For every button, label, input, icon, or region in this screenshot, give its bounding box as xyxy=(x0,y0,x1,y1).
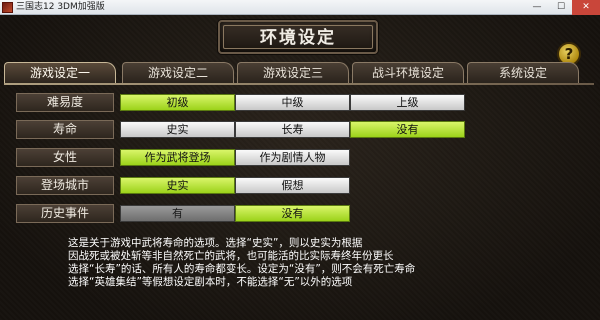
maximize-button[interactable]: ☐ xyxy=(550,0,572,15)
setting-label: 历史事件 xyxy=(16,204,114,223)
option-button[interactable]: 史实 xyxy=(120,121,235,138)
tab-bar: 游戏设定一 游戏设定二 游戏设定三 战斗环境设定 系统设定 xyxy=(4,62,579,84)
tab-battle-settings[interactable]: 战斗环境设定 xyxy=(352,62,464,83)
description-line: 因战死或被处斩等非自然死亡的武将，也可能活的比实际寿终年份更长 xyxy=(68,250,394,262)
option-button[interactable]: 初级 xyxy=(120,94,235,111)
description-line: 选择“长寿”的话、所有人的寿命都变长。设定为“没有”，则不会有死亡寿命 xyxy=(68,263,416,275)
window-titlebar: 三国志12 3DM加强版 — ☐ ✕ xyxy=(0,0,600,15)
tab-game-settings-1[interactable]: 游戏设定一 xyxy=(4,62,116,83)
tab-system-settings[interactable]: 系统设定 xyxy=(467,62,579,83)
option-button[interactable]: 长寿 xyxy=(235,121,350,138)
header-plaque: 环境设定 xyxy=(218,20,378,54)
tab-divider xyxy=(4,83,594,85)
window-title: 三国志12 3DM加强版 xyxy=(16,2,105,12)
option-button[interactable]: 上级 xyxy=(350,94,465,111)
option-button[interactable]: 假想 xyxy=(235,177,350,194)
page-title: 环境设定 xyxy=(223,25,373,49)
setting-label: 难易度 xyxy=(16,93,114,112)
tab-game-settings-3[interactable]: 游戏设定三 xyxy=(237,62,349,83)
close-button[interactable]: ✕ xyxy=(572,0,600,15)
app-icon xyxy=(2,2,13,13)
settings-screen: 环境设定 ? 游戏设定一 游戏设定二 游戏设定三 战斗环境设定 系统设定 难易度… xyxy=(0,15,600,320)
option-button[interactable]: 作为武将登场 xyxy=(120,149,235,166)
description-line: 这是关于游戏中武将寿命的选项。选择“史实”，则以史实为根据 xyxy=(68,237,363,249)
setting-label: 登场城市 xyxy=(16,176,114,195)
tab-game-settings-2[interactable]: 游戏设定二 xyxy=(122,62,234,83)
option-button[interactable]: 没有 xyxy=(350,121,465,138)
option-button[interactable]: 中级 xyxy=(235,94,350,111)
minimize-button[interactable]: — xyxy=(526,0,548,15)
description-text: 这是关于游戏中武将寿命的选项。选择“史实”，则以史实为根据 因战死或被处斩等非自… xyxy=(68,237,528,289)
option-button[interactable]: 史实 xyxy=(120,177,235,194)
setting-label: 女性 xyxy=(16,148,114,167)
option-button[interactable]: 作为剧情人物 xyxy=(235,149,350,166)
option-button[interactable]: 有 xyxy=(120,205,235,222)
description-line: 选择“英雄集结”等假想设定剧本时，不能选择“无”以外的选项 xyxy=(68,276,353,288)
setting-label: 寿命 xyxy=(16,120,114,139)
option-button[interactable]: 没有 xyxy=(235,205,350,222)
